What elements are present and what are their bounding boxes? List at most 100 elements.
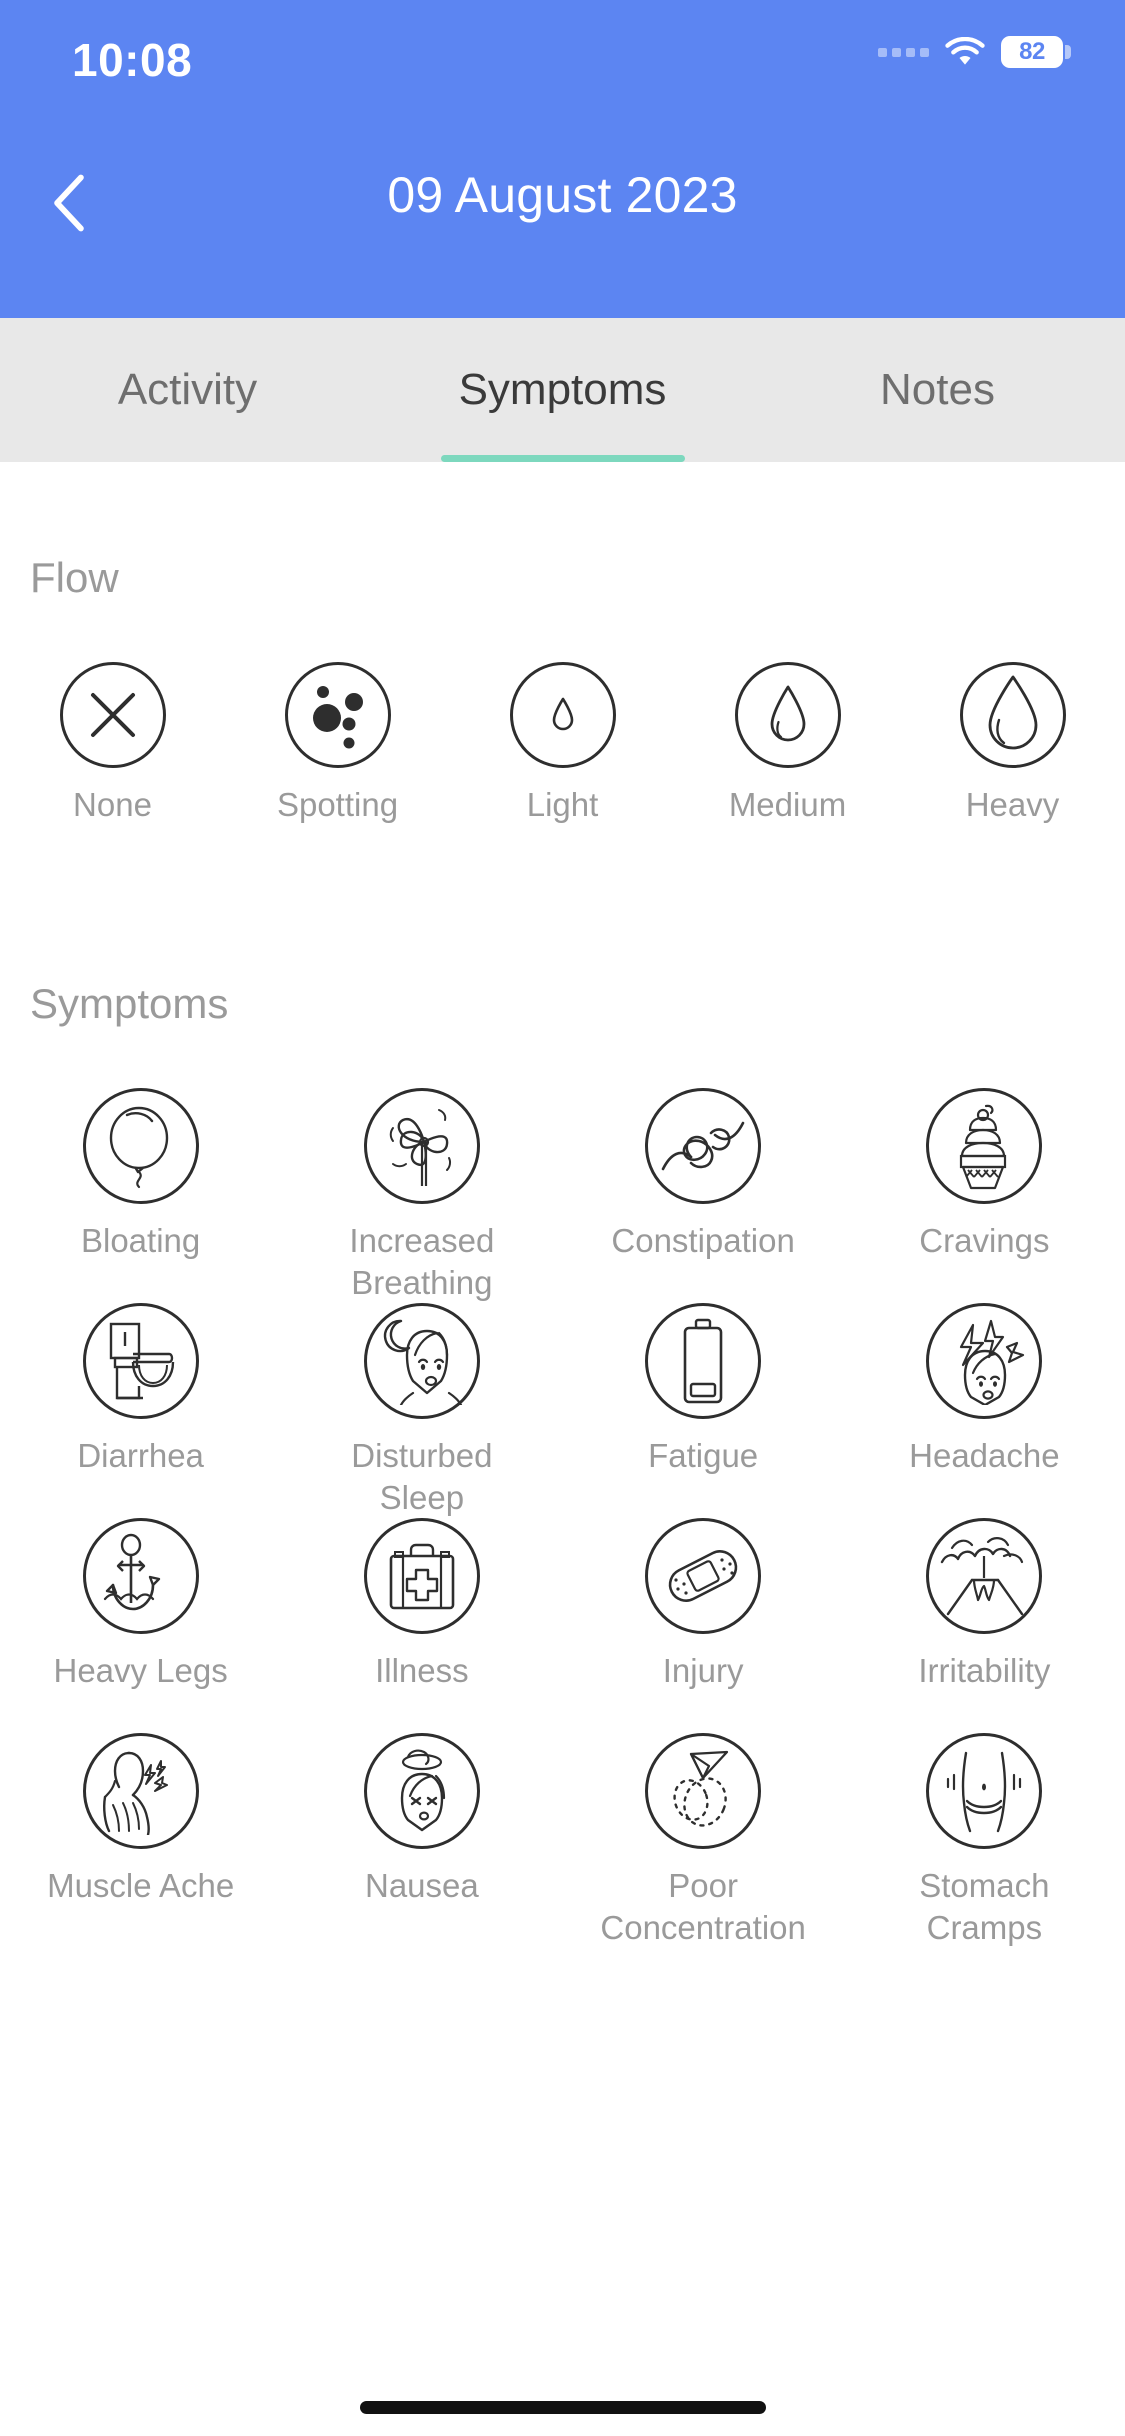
symptom-circle[interactable] (363, 1088, 480, 1204)
symptom-label: Headache (909, 1437, 1060, 1474)
symptom-circle[interactable] (926, 1518, 1043, 1634)
flow-option-light[interactable]: Light (450, 662, 675, 824)
symptom-circle[interactable] (645, 1518, 762, 1634)
symptom-label: Cravings (919, 1222, 1050, 1259)
flow-option-circle[interactable] (284, 662, 391, 768)
tab-activity[interactable]: Activity (0, 318, 375, 462)
battery-level: 82 (1019, 38, 1045, 65)
tab-symptoms-label: Symptoms (458, 365, 667, 414)
back-pain-icon (102, 1751, 168, 1835)
symptom-label: Increased Breathing (349, 1222, 495, 1302)
symptom-circle[interactable] (645, 1733, 762, 1849)
flow-option-label: Spotting (276, 786, 399, 823)
bandage-icon (668, 1550, 738, 1602)
flow-option-circle[interactable] (734, 662, 841, 768)
symptom-circle[interactable] (645, 1088, 762, 1204)
symptom-disturbed-sleep[interactable]: Disturbed Sleep (281, 1303, 562, 1518)
symptom-circle[interactable] (926, 1088, 1043, 1204)
tab-active-indicator (440, 455, 685, 462)
belly-icon (947, 1751, 1022, 1833)
anchor-icon (103, 1533, 160, 1611)
medium-droplet-icon (770, 685, 805, 742)
flow-option-circle[interactable] (509, 662, 616, 768)
paper-plane-icon (673, 1750, 729, 1827)
balloon-icon (109, 1106, 168, 1189)
symptom-label: Nausea (365, 1867, 479, 1904)
signal-dots-icon (878, 47, 929, 57)
home-indicator-bar (359, 2401, 766, 2414)
flow-option-circle[interactable] (59, 662, 166, 768)
battery-tip-icon (1065, 45, 1071, 59)
flow-section-title: Flow (30, 554, 119, 601)
symptom-circle[interactable] (82, 1733, 199, 1849)
wifi-icon (945, 37, 985, 67)
moon-face-icon (383, 1319, 462, 1405)
low-battery-icon (683, 1318, 723, 1404)
page-title: 09 August 2023 (387, 167, 738, 223)
symptom-label: Diarrhea (77, 1437, 204, 1474)
flow-option-medium[interactable]: Medium (675, 662, 900, 824)
symptom-headache[interactable]: Headache (844, 1303, 1125, 1518)
symptom-label: Injury (662, 1652, 744, 1689)
symptom-label: Disturbed Sleep (351, 1437, 493, 1517)
tab-notes-label: Notes (880, 365, 995, 414)
symptom-circle[interactable] (82, 1303, 199, 1419)
symptom-fatigue[interactable]: Fatigue (563, 1303, 844, 1518)
symptom-poor-concentration[interactable]: Poor Concentration (563, 1733, 844, 1948)
flow-option-label: Medium (728, 786, 847, 823)
flow-option-circle[interactable] (959, 662, 1066, 768)
flow-option-heavy[interactable]: Heavy (900, 662, 1125, 824)
flow-option-label: None (73, 786, 152, 823)
volcano-icon (941, 1537, 1024, 1616)
symptom-circle[interactable] (926, 1303, 1043, 1419)
symptom-illness[interactable]: Illness (281, 1518, 562, 1733)
tab-notes[interactable]: Notes (750, 318, 1125, 462)
head-lightning-icon (960, 1319, 1025, 1405)
dots-icon (312, 686, 363, 749)
first-aid-kit-icon (389, 1543, 455, 1610)
symptom-diarrhea[interactable]: Diarrhea (0, 1303, 281, 1518)
tab-bar: Activity Symptoms Notes (0, 318, 1125, 462)
symptom-label: Fatigue (648, 1437, 759, 1474)
symptom-circle[interactable] (363, 1733, 480, 1849)
flow-option-none[interactable]: None (0, 662, 225, 824)
symptom-label: Muscle Ache (47, 1867, 235, 1904)
flow-option-spotting[interactable]: Spotting (225, 662, 450, 824)
symptom-constipation[interactable]: Constipation (563, 1088, 844, 1303)
symptom-label: Irritability (918, 1652, 1051, 1689)
symptom-nausea[interactable]: Nausea (281, 1733, 562, 1948)
tab-activity-label: Activity (117, 365, 258, 414)
toilet-icon (109, 1322, 174, 1400)
cross-icon (90, 693, 135, 737)
app-header: 09 August 2023 (0, 120, 1125, 318)
symptom-circle[interactable] (926, 1733, 1043, 1849)
small-droplet-icon (552, 697, 573, 731)
symptom-bloating[interactable]: Bloating (0, 1088, 281, 1303)
symptom-label: Heavy Legs (53, 1652, 228, 1689)
symptom-label: Poor Concentration (600, 1867, 806, 1947)
symptom-circle[interactable] (82, 1088, 199, 1204)
battery-icon: 82 (1001, 36, 1071, 68)
symptom-circle[interactable] (363, 1518, 480, 1634)
symptom-label: Bloating (80, 1222, 201, 1259)
symptom-cravings[interactable]: Cravings (844, 1088, 1125, 1303)
ice-cream-icon (960, 1104, 1007, 1190)
status-time: 10:08 (72, 34, 193, 86)
knot-icon (661, 1121, 745, 1171)
symptom-circle[interactable] (82, 1518, 199, 1634)
symptom-circle[interactable] (645, 1303, 762, 1419)
symptom-irritability[interactable]: Irritability (844, 1518, 1125, 1733)
symptom-stomach-cramps[interactable]: Stomach Cramps (844, 1733, 1125, 1948)
symptom-circle[interactable] (363, 1303, 480, 1419)
symptom-label: Stomach Cramps (919, 1867, 1050, 1947)
symptom-heavy-legs[interactable]: Heavy Legs (0, 1518, 281, 1733)
pinwheel-icon (389, 1109, 451, 1186)
dizzy-face-icon (400, 1749, 445, 1832)
flow-options-row: None Spotting Light Medium Heavy (0, 662, 1125, 824)
symptoms-grid: Bloating Increased Breathing Constipatio… (0, 1088, 1125, 1948)
flow-option-label: Heavy (965, 786, 1060, 823)
symptom-injury[interactable]: Injury (563, 1518, 844, 1733)
tab-symptoms[interactable]: Symptoms (375, 318, 750, 462)
symptom-muscle-ache[interactable]: Muscle Ache (0, 1733, 281, 1948)
symptom-increased-breathing[interactable]: Increased Breathing (281, 1088, 562, 1303)
